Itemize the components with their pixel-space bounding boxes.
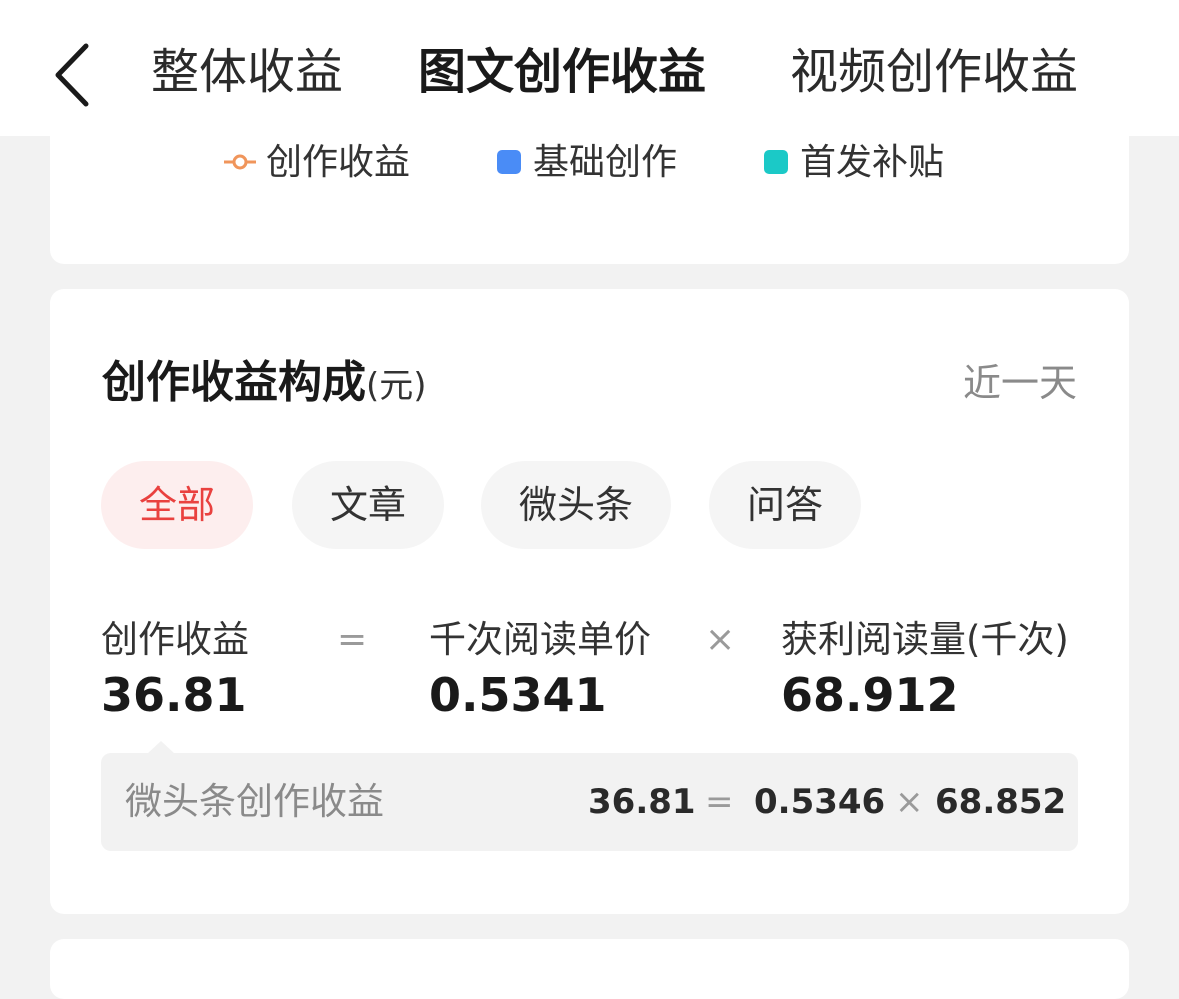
section-title-unit: (元) — [366, 366, 427, 406]
revenue-value: 36.81 — [101, 668, 247, 722]
breakdown-multiply: × — [895, 782, 924, 822]
breakdown-row: 微头条创作收益 36.81 = 0.5346 × 68.852 — [101, 753, 1078, 851]
section-title-text: 创作收益构成 — [102, 357, 366, 408]
price-per-thousand-value: 0.5341 — [429, 668, 607, 722]
next-card — [50, 939, 1129, 999]
breakdown-label: 微头条创作收益 — [125, 780, 384, 823]
filter-chip-article[interactable]: 文章 — [292, 461, 444, 549]
revenue-label: 创作收益 — [101, 618, 249, 661]
section-title: 创作收益构成(元) — [102, 355, 427, 414]
revenue-composition-card: 创作收益构成(元) 近一天 全部 文章 微头条 问答 创作收益 36.81 = … — [50, 289, 1129, 914]
breakdown-reads: 68.852 — [935, 782, 1067, 822]
legend-item-basic: 基础创作 — [533, 142, 678, 183]
legend-line-circle-icon — [224, 154, 256, 170]
period-selector[interactable]: 近一天 — [963, 355, 1077, 411]
filter-chip-micro-post[interactable]: 微头条 — [481, 461, 671, 549]
chevron-left-icon — [55, 43, 89, 107]
tab-article-revenue[interactable]: 图文创作收益 — [418, 38, 706, 106]
breakdown-price: 0.5346 — [754, 782, 886, 822]
legend-item-revenue: 创作收益 — [266, 142, 411, 183]
breakdown-equals: = — [705, 782, 734, 822]
legend-item-subsidy: 首发补贴 — [800, 142, 945, 183]
profitable-reads-value: 68.912 — [781, 668, 959, 722]
filter-chip-all[interactable]: 全部 — [101, 461, 253, 549]
price-per-thousand-label: 千次阅读单价 — [429, 618, 651, 661]
breakdown-revenue: 36.81 — [588, 782, 696, 822]
legend-square-blue-icon — [497, 150, 521, 174]
top-navigation-bar: 整体收益 图文创作收益 视频创作收益 — [0, 0, 1179, 136]
multiply-sign: × — [705, 619, 736, 660]
back-button[interactable] — [50, 40, 100, 110]
tab-overall-revenue[interactable]: 整体收益 — [151, 38, 343, 106]
filter-chip-qa[interactable]: 问答 — [709, 461, 861, 549]
equals-sign: = — [337, 619, 368, 660]
legend-square-teal-icon — [764, 150, 788, 174]
profitable-reads-label: 获利阅读量(千次) — [781, 618, 1069, 661]
tab-video-revenue[interactable]: 视频创作收益 — [790, 38, 1078, 106]
